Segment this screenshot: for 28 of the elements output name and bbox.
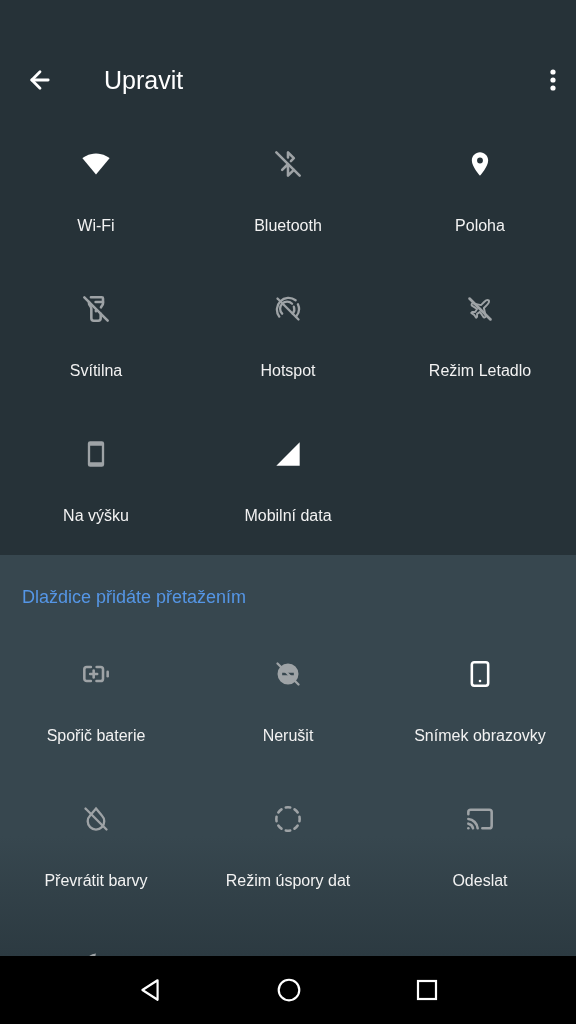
bluetooth-off-icon <box>274 150 302 178</box>
tile[interactable]: Bluetooth <box>192 120 384 265</box>
tile[interactable]: Převrátit barvy <box>0 775 192 920</box>
section-title: Dlaždice přidáte přetažením <box>21 586 248 609</box>
tile[interactable]: Svítilna <box>0 265 192 410</box>
tile[interactable]: Režim úspory dat <box>192 775 384 920</box>
tile[interactable]: Režim Letadlo <box>384 265 576 410</box>
cast-icon <box>466 805 494 833</box>
tile[interactable]: Mobilní data <box>192 410 384 555</box>
tile[interactable]: Spořič baterie <box>0 630 192 775</box>
screen-title: Upravit <box>104 65 185 95</box>
do-not-disturb-off-icon <box>274 660 302 688</box>
flashlight-off-icon <box>82 295 110 323</box>
signal-icon <box>274 440 302 468</box>
tile[interactable]: Nerušit <box>192 630 384 775</box>
tile[interactable]: Poloha <box>384 120 576 265</box>
home-nav-button[interactable] <box>276 977 302 1003</box>
tile[interactable]: Snímek obrazovky <box>384 630 576 775</box>
tile[interactable]: Wi-Fi <box>0 120 192 265</box>
recents-nav-button[interactable] <box>415 978 440 1002</box>
hotspot-off-icon <box>274 295 302 323</box>
tile[interactable]: Odeslat <box>384 775 576 920</box>
more-options-icon <box>550 69 556 91</box>
dashed-circle-icon <box>274 805 302 833</box>
airplane-off-icon <box>466 295 494 323</box>
tile[interactable]: Na výšku <box>0 410 192 555</box>
tile[interactable]: Hotspot <box>192 265 384 410</box>
droplet-off-icon <box>82 805 110 833</box>
